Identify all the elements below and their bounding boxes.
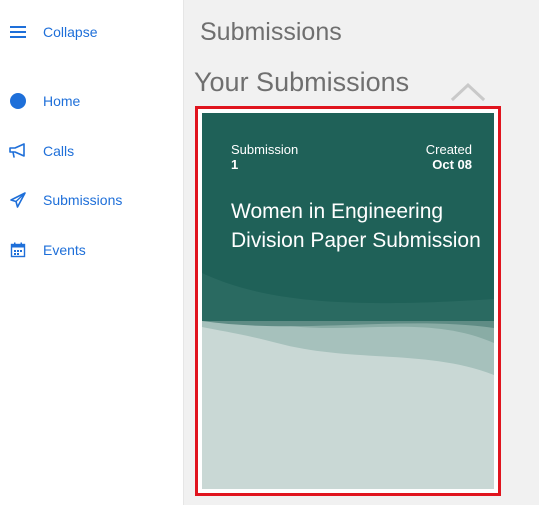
megaphone-icon (8, 141, 28, 161)
home-circle-icon (8, 91, 28, 111)
section-collapse-toggle[interactable] (450, 80, 486, 102)
collapse-label: Collapse (43, 24, 98, 40)
submission-card[interactable]: Submission 1 Created Oct 08 Women in Eng… (195, 106, 501, 496)
paper-plane-icon (8, 190, 28, 210)
sidebar-item-events[interactable]: Events (0, 237, 183, 263)
sidebar-item-label: Events (43, 242, 86, 258)
submission-label: Submission (231, 142, 299, 157)
submission-title: Women in Engineering Division Paper Subm… (231, 200, 481, 252)
sidebar-item-label: Submissions (43, 192, 123, 208)
sidebar-item-label: Home (43, 93, 81, 109)
created-label: Created (425, 142, 472, 157)
page-title: Submissions (200, 18, 342, 46)
chevron-up-icon (450, 82, 486, 102)
sidebar-item-calls[interactable]: Calls (0, 138, 183, 164)
submission-number: 1 (231, 157, 239, 172)
created-meta: Created Oct 08 (426, 142, 472, 172)
sidebar-item-submissions[interactable]: Submissions (0, 187, 183, 213)
sidebar: Collapse Home Calls Submissions Events (0, 0, 183, 505)
calendar-icon (8, 240, 28, 260)
sidebar-item-home[interactable]: Home (0, 88, 183, 114)
collapse-button[interactable]: Collapse (0, 19, 183, 45)
submission-meta: Submission 1 (231, 142, 298, 172)
section-title: Your Submissions (194, 67, 410, 97)
hamburger-menu-icon (8, 22, 28, 42)
submission-card-body: Submission 1 Created Oct 08 Women in Eng… (202, 113, 494, 489)
sidebar-item-label: Calls (43, 143, 75, 159)
created-date: Oct 08 (432, 157, 472, 172)
